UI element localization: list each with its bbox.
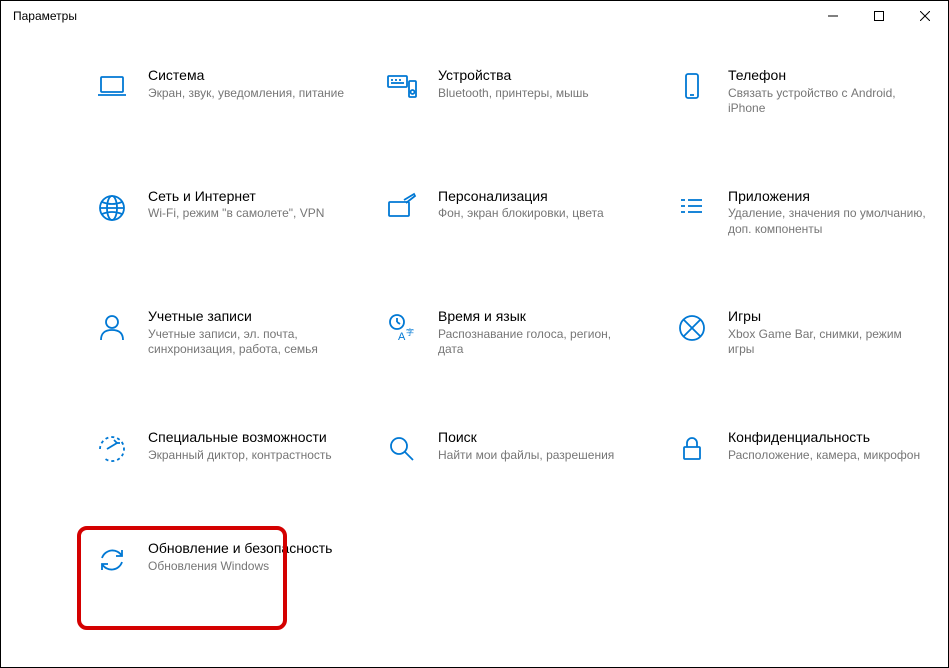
tile-devices[interactable]: Устройства Bluetooth, принтеры, мышь — [376, 59, 656, 125]
tile-desc: Связать устройство с Android, iPhone — [728, 86, 928, 117]
categories-grid: Система Экран, звук, уведомления, питани… — [86, 59, 938, 588]
tile-title: Время и язык — [438, 308, 638, 326]
tile-title: Система — [148, 67, 344, 85]
tile-time-language[interactable]: A 字 Время и язык Распознавание голоса, р… — [376, 300, 656, 366]
tile-title: Персонализация — [438, 188, 604, 206]
list-icon — [672, 188, 712, 228]
svg-text:字: 字 — [406, 327, 414, 337]
maximize-button[interactable] — [856, 1, 902, 31]
tile-title: Поиск — [438, 429, 614, 447]
tile-desc: Фон, экран блокировки, цвета — [438, 206, 604, 222]
svg-text:A: A — [398, 331, 406, 343]
close-button[interactable] — [902, 1, 948, 31]
tile-system[interactable]: Система Экран, звук, уведомления, питани… — [86, 59, 366, 125]
time-language-icon: A 字 — [382, 308, 422, 348]
paintbrush-icon — [382, 188, 422, 228]
window-title: Параметры — [1, 9, 77, 23]
tile-personalization[interactable]: Персонализация Фон, экран блокировки, цв… — [376, 180, 656, 246]
tile-network[interactable]: Сеть и Интернет Wi-Fi, режим "в самолете… — [86, 180, 366, 246]
tile-gaming[interactable]: Игры Xbox Game Bar, снимки, режим игры — [666, 300, 946, 366]
laptop-icon — [92, 67, 132, 107]
tile-desc: Wi-Fi, режим "в самолете", VPN — [148, 206, 324, 222]
tile-title: Конфиденциальность — [728, 429, 920, 447]
highlight-box — [77, 526, 287, 630]
tile-search[interactable]: Поиск Найти мои файлы, разрешения — [376, 421, 656, 477]
tile-title: Телефон — [728, 67, 928, 85]
tile-desc: Учетные записи, эл. почта, синхронизация… — [148, 327, 348, 358]
settings-home: Система Экран, звук, уведомления, питани… — [1, 31, 948, 598]
tile-desc: Bluetooth, принтеры, мышь — [438, 86, 589, 102]
tile-title: Сеть и Интернет — [148, 188, 324, 206]
tile-accessibility[interactable]: Специальные возможности Экранный диктор,… — [86, 421, 366, 477]
accessibility-icon — [92, 429, 132, 469]
tile-title: Учетные записи — [148, 308, 348, 326]
person-icon — [92, 308, 132, 348]
phone-icon — [672, 67, 712, 107]
tile-title: Устройства — [438, 67, 589, 85]
tile-title: Приложения — [728, 188, 928, 206]
tile-desc: Расположение, камера, микрофон — [728, 448, 920, 464]
minimize-button[interactable] — [810, 1, 856, 31]
keyboard-speaker-icon — [382, 67, 422, 107]
globe-icon — [92, 188, 132, 228]
tile-accounts[interactable]: Учетные записи Учетные записи, эл. почта… — [86, 300, 366, 366]
tile-desc: Распознавание голоса, регион, дата — [438, 327, 638, 358]
window-controls — [810, 1, 948, 31]
tile-desc: Экран, звук, уведомления, питание — [148, 86, 344, 102]
tile-privacy[interactable]: Конфиденциальность Расположение, камера,… — [666, 421, 946, 477]
tile-desc: Удаление, значения по умолчанию, доп. ко… — [728, 206, 928, 237]
tile-desc: Экранный диктор, контрастность — [148, 448, 332, 464]
tile-title: Игры — [728, 308, 928, 326]
tile-apps[interactable]: Приложения Удаление, значения по умолчан… — [666, 180, 946, 246]
lock-icon — [672, 429, 712, 469]
titlebar: Параметры — [1, 1, 948, 31]
tile-phone[interactable]: Телефон Связать устройство с Android, iP… — [666, 59, 946, 125]
search-icon — [382, 429, 422, 469]
xbox-icon — [672, 308, 712, 348]
tile-desc: Xbox Game Bar, снимки, режим игры — [728, 327, 928, 358]
tile-title: Специальные возможности — [148, 429, 332, 447]
tile-desc: Найти мои файлы, разрешения — [438, 448, 614, 464]
